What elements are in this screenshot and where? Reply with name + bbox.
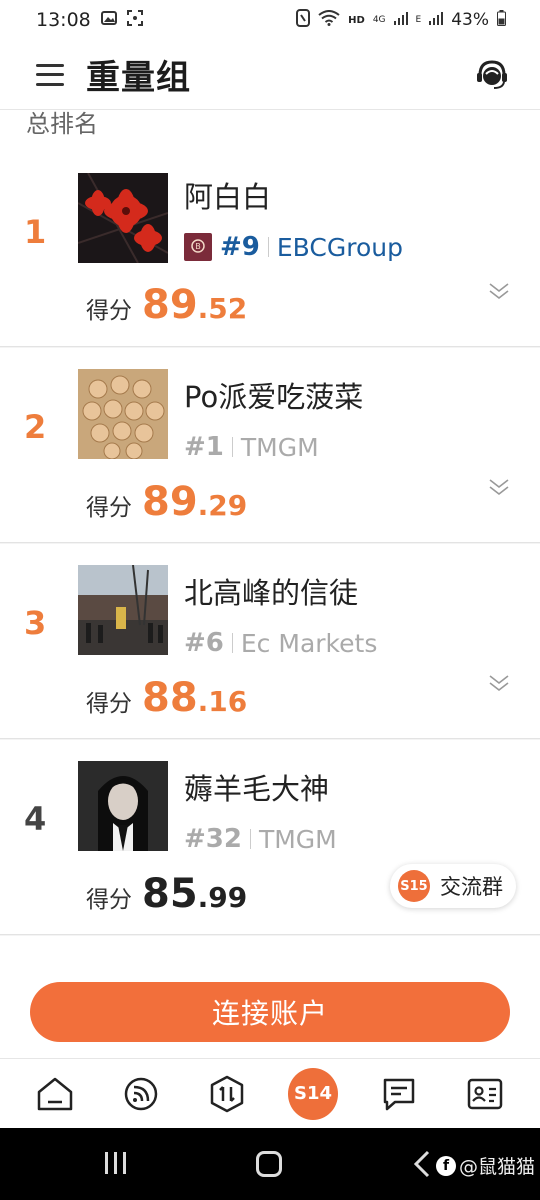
avatar[interactable] [78, 173, 168, 263]
cell-4g-indicator: 4G [372, 15, 386, 25]
recents-button[interactable] [105, 1152, 126, 1174]
signal-2-icon [429, 11, 444, 29]
user-meta: B #9 EBCGroup [184, 232, 403, 262]
tab-feed[interactable] [116, 1069, 166, 1119]
score-decimal: .29 [197, 489, 248, 522]
s14-icon: S14 [288, 1067, 338, 1120]
leaderboard-card[interactable]: 总排名 1 阿白白 B #9 EBCGroup 得分 89 .52 [0, 110, 540, 347]
user-tag: #9 [220, 232, 260, 262]
bottom-action-area: 连接账户 [0, 958, 540, 1058]
score: 得分 85 .99 [86, 871, 247, 917]
home-button[interactable] [256, 1151, 282, 1177]
group-chat-button[interactable]: S15 交流群 [390, 864, 516, 908]
s15-logo-icon: S15 [398, 870, 430, 902]
feed-icon [124, 1077, 158, 1110]
divider [231, 633, 233, 653]
group-chat-label: 交流群 [440, 875, 503, 899]
wifi-icon [318, 10, 340, 30]
hd-indicator: HD [348, 14, 365, 26]
customer-service-icon[interactable] [474, 57, 510, 93]
avatar[interactable] [78, 565, 168, 655]
chevron-down-icon[interactable] [488, 282, 510, 300]
score-label: 得分 [86, 887, 132, 913]
broker-name[interactable]: TMGM [259, 825, 337, 854]
avatar[interactable] [78, 369, 168, 459]
svg-text:B: B [195, 242, 201, 251]
rank-number: 3 [24, 604, 47, 642]
divider [231, 437, 233, 457]
avatar[interactable] [78, 761, 168, 851]
score-integer: 89 [142, 282, 198, 328]
user-name[interactable]: Po派爱吃菠菜 [184, 374, 363, 416]
rank-number: 4 [24, 800, 47, 838]
signal-icon [393, 11, 408, 29]
watermark: f @鼠猫猫 [436, 1152, 535, 1179]
divider [267, 237, 269, 257]
trade-icon [210, 1075, 244, 1112]
leaderboard-card-partial [0, 936, 540, 958]
user-name[interactable]: 薅羊毛大神 [184, 766, 329, 808]
score-decimal: .52 [197, 292, 248, 325]
score: 得分 89 .29 [86, 479, 247, 525]
watermark-text: @鼠猫猫 [459, 1156, 536, 1178]
tab-home[interactable] [30, 1069, 80, 1119]
watermark-logo-icon: f [436, 1155, 456, 1176]
broker-logo: B [184, 233, 212, 261]
connect-account-button[interactable]: 连接账户 [30, 982, 510, 1042]
page-title: 重量组 [86, 58, 191, 98]
gallery-icon [100, 11, 117, 29]
user-meta: #1 TMGM [184, 432, 319, 462]
tab-trade[interactable] [202, 1069, 252, 1119]
rank-number: 1 [24, 213, 47, 251]
profile-card-icon [467, 1078, 503, 1109]
score: 得分 89 .52 [86, 282, 247, 328]
user-meta: #32 TMGM [184, 824, 337, 854]
score: 得分 88 .16 [86, 675, 247, 721]
user-name[interactable]: 北高峰的信徒 [184, 570, 358, 612]
section-title: 总排名 [26, 110, 98, 138]
chevron-down-icon[interactable] [488, 674, 510, 692]
rank-number: 2 [24, 408, 47, 446]
score-label: 得分 [86, 691, 132, 717]
cell-e-indicator: E [415, 15, 422, 25]
leaderboard-card[interactable]: 3 北高峰的信徒 #6 Ec Markets 得分 88 .16 [0, 544, 540, 739]
score-integer: 88 [142, 675, 198, 721]
bottom-tab-bar: S14 [0, 1058, 540, 1128]
broker-name[interactable]: Ec Markets [241, 629, 377, 658]
score-integer: 89 [142, 479, 198, 525]
user-name[interactable]: 阿白白 [184, 174, 271, 216]
tab-profile[interactable] [460, 1069, 510, 1119]
divider [249, 829, 251, 849]
nfc-icon [296, 9, 311, 31]
status-time: 13:08 [36, 9, 91, 31]
tab-messages[interactable] [374, 1069, 424, 1119]
battery-icon [497, 10, 506, 30]
chevron-down-icon[interactable] [488, 478, 510, 496]
battery-percent: 43% [451, 10, 489, 30]
user-tag: #1 [184, 432, 224, 462]
messages-icon [383, 1078, 415, 1110]
user-tag: #6 [184, 628, 224, 658]
score-label: 得分 [86, 298, 132, 324]
system-nav-bar: f @鼠猫猫 [0, 1128, 540, 1200]
broker-name[interactable]: EBCGroup [277, 233, 403, 262]
leaderboard-card[interactable]: 2 Po派爱吃菠菜 #1 TMGM 得分 89 .29 [0, 348, 540, 543]
score-decimal: .99 [197, 881, 248, 914]
screenshot-icon [126, 10, 143, 30]
score-decimal: .16 [197, 685, 248, 718]
leaderboard-content[interactable]: 总排名 1 阿白白 B #9 EBCGroup 得分 89 .52 2 Po派爱… [0, 110, 540, 958]
user-tag: #32 [184, 824, 242, 854]
app-header: 重量组 [0, 40, 540, 110]
tab-s14[interactable]: S14 [288, 1067, 338, 1120]
user-meta: #6 Ec Markets [184, 628, 377, 658]
back-icon[interactable] [412, 1150, 432, 1178]
home-icon [37, 1077, 73, 1110]
score-integer: 85 [142, 871, 198, 917]
broker-name[interactable]: TMGM [241, 433, 319, 462]
status-bar: 13:08 HD 4G E 43% [0, 0, 540, 40]
menu-icon[interactable] [36, 63, 64, 86]
score-label: 得分 [86, 495, 132, 521]
